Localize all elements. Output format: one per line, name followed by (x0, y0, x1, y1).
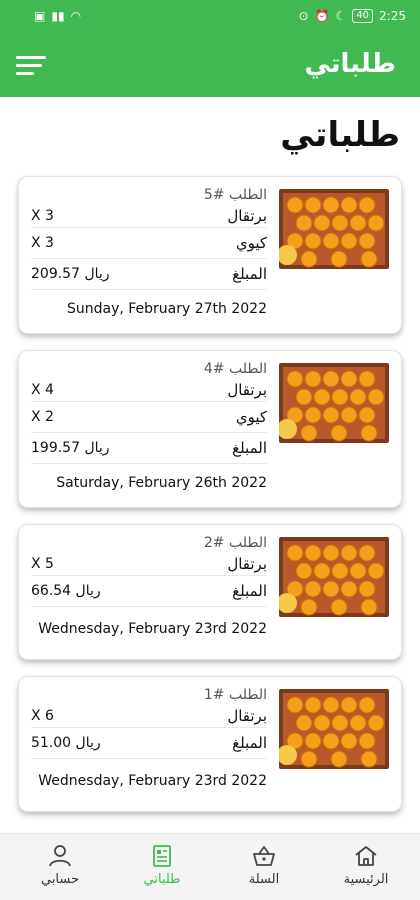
item-name: كيوي (235, 408, 267, 426)
order-amount-row: 199.57 ريال المبلغ (31, 433, 267, 464)
amount-label: المبلغ (232, 734, 267, 752)
oranges-thumbnail (279, 689, 389, 769)
order-date: Sunday, February 27th 2022 (66, 301, 267, 317)
item-qty: X 6 (31, 708, 54, 724)
order-info: الطلب #1 X 6 برتقال 51.00 ريال المبلغ (31, 687, 267, 759)
amount-label: المبلغ (232, 582, 267, 600)
order-item-row: X 5 برتقال (31, 553, 267, 576)
item-qty: X 4 (31, 382, 54, 398)
order-card[interactable]: الطلب #1 X 6 برتقال 51.00 ريال المبلغ We… (18, 676, 402, 812)
nav-orders-label: طلباتي (143, 872, 181, 887)
menu-icon[interactable] (16, 56, 46, 78)
nav-home-label: الرئيسية (343, 872, 389, 887)
status-bar: ▣ ▮▮ ◠ ⊙ ⏰ ☾ 40 2:25 (0, 0, 420, 34)
orders-icon (153, 845, 171, 867)
item-name: كيوي (235, 234, 267, 252)
signal-icon: ▮▮ (51, 9, 65, 23)
order-date: Saturday, February 26th 2022 (56, 475, 267, 491)
order-number: الطلب #1 (203, 687, 267, 703)
item-qty: X 2 (31, 409, 54, 425)
order-card[interactable]: الطلب #4 X 4 برتقال X 2 كيوي 199.57 ريال… (18, 350, 402, 508)
order-amount: 51.00 ريال (31, 735, 101, 751)
dnd-icon: ☾ (335, 9, 347, 23)
wifi-icon: ◠ (70, 9, 82, 23)
order-info: الطلب #5 X 3 برتقال X 3 كيوي 209.57 ريال… (31, 187, 267, 290)
status-right: ⊙ ⏰ ☾ 40 2:25 (299, 9, 406, 23)
order-amount-row: 209.57 ريال المبلغ (31, 259, 267, 290)
order-item-row: X 3 كيوي (31, 228, 267, 259)
basket-icon (253, 846, 275, 866)
order-card[interactable]: الطلب #2 X 5 برتقال 66.54 ريال المبلغ We… (18, 524, 402, 660)
item-name: برتقال (227, 207, 267, 225)
order-info: الطلب #2 X 5 برتقال 66.54 ريال المبلغ (31, 535, 267, 607)
vibrate-icon: ⊙ (298, 9, 309, 23)
alarm-icon: ⏰ (314, 9, 330, 23)
user-icon (49, 845, 71, 867)
order-amount-row: 51.00 ريال المبلغ (31, 728, 267, 759)
order-number: الطلب #4 (203, 361, 267, 377)
order-amount: 199.57 ريال (31, 440, 110, 456)
oranges-thumbnail (279, 537, 389, 617)
nav-home[interactable]: الرئيسية (326, 844, 406, 887)
nav-cart-label: السلة (248, 872, 280, 887)
status-left-icons: ▣ ▮▮ ◠ (34, 9, 81, 23)
item-name: برتقال (227, 555, 267, 573)
order-item-row: X 2 كيوي (31, 402, 267, 433)
page-title: طلباتي (280, 115, 400, 155)
order-item-row: X 6 برتقال (31, 705, 267, 728)
status-time: 2:25 (379, 9, 406, 23)
order-item-row: X 4 برتقال (31, 379, 267, 402)
order-info: الطلب #4 X 4 برتقال X 2 كيوي 199.57 ريال… (31, 361, 267, 464)
app-bar: طلباتي (0, 34, 420, 97)
nav-account-label: حسابي (40, 872, 80, 887)
order-amount: 209.57 ريال (31, 266, 110, 282)
item-qty: X 3 (31, 208, 54, 224)
order-number: الطلب #5 (203, 187, 267, 203)
nav-cart[interactable]: السلة (224, 844, 304, 887)
item-name: برتقال (227, 707, 267, 725)
order-item-row: X 3 برتقال (31, 205, 267, 228)
oranges-thumbnail (279, 363, 389, 443)
order-date: Wednesday, February 23rd 2022 (38, 621, 267, 637)
app-bar-title: طلباتي (304, 49, 396, 79)
bottom-nav: الرئيسية السلة طلباتي حسابي (0, 833, 420, 900)
nav-account[interactable]: حسابي (20, 844, 100, 887)
amount-label: المبلغ (232, 265, 267, 283)
order-amount: 66.54 ريال (31, 583, 101, 599)
home-icon (355, 846, 377, 866)
battery-icon: 40 (352, 9, 374, 23)
order-card[interactable]: الطلب #5 X 3 برتقال X 3 كيوي 209.57 ريال… (18, 176, 402, 334)
gallery-icon: ▣ (34, 9, 46, 23)
order-number: الطلب #2 (203, 535, 267, 551)
item-name: برتقال (227, 381, 267, 399)
order-date: Wednesday, February 23rd 2022 (38, 773, 267, 789)
item-qty: X 5 (31, 556, 54, 572)
nav-orders[interactable]: طلباتي (122, 844, 202, 887)
oranges-thumbnail (279, 189, 389, 269)
amount-label: المبلغ (232, 439, 267, 457)
order-amount-row: 66.54 ريال المبلغ (31, 576, 267, 607)
item-qty: X 3 (31, 235, 54, 251)
